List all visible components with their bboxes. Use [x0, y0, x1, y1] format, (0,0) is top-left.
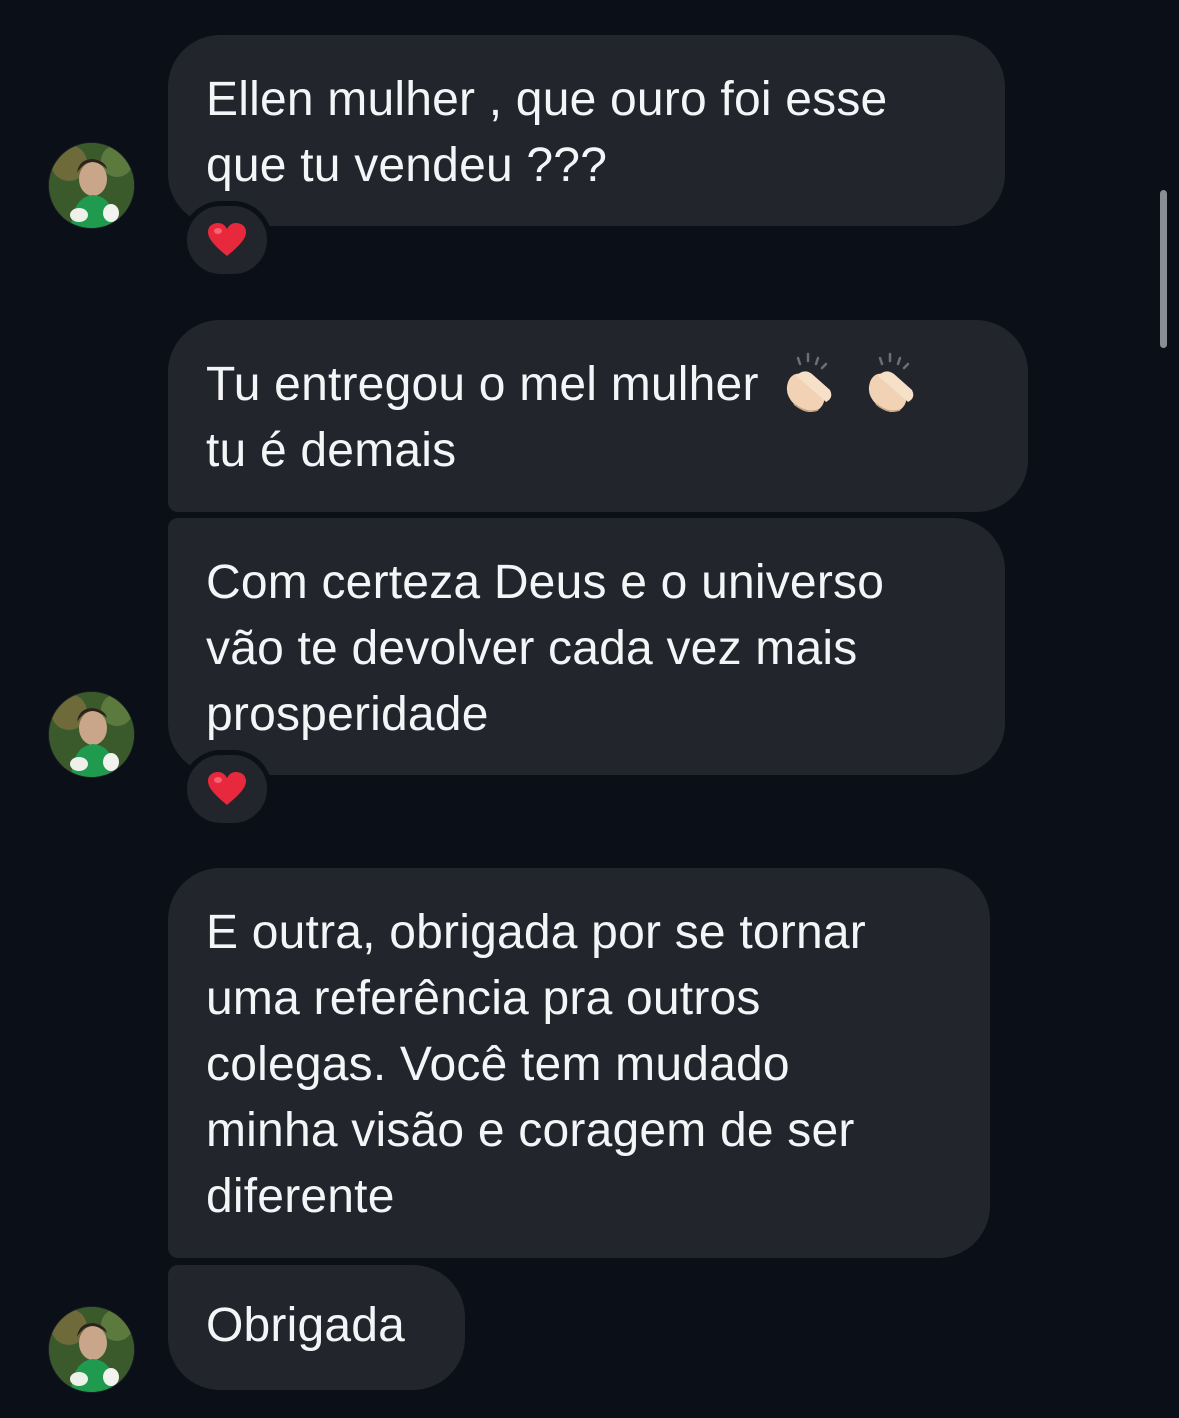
sender-avatar[interactable] — [48, 691, 135, 778]
reaction-badge[interactable] — [182, 750, 272, 828]
message-text-line: Com certeza Deus e o universo — [206, 556, 885, 609]
message-text-line: que tu vendeu ??? — [206, 139, 608, 192]
message-thread: Ellen mulher , que ouro foi esse que tu … — [0, 0, 1179, 1418]
message-bubble[interactable]: Obrigada — [168, 1265, 465, 1390]
message-text-line: Obrigada — [206, 1299, 406, 1352]
message-bubble[interactable]: E outra, obrigada por se tornar uma refe… — [168, 868, 990, 1258]
message-bubble[interactable]: Ellen mulher , que ouro foi esse que tu … — [168, 35, 1005, 226]
message-text-line: Ellen mulher , que ouro foi esse — [206, 73, 888, 126]
message-text-line: tu é demais — [206, 424, 457, 477]
message-bubble[interactable]: Com certeza Deus e o universo vão te dev… — [168, 518, 1005, 775]
message-text-line: prosperidade — [206, 688, 489, 741]
sender-avatar[interactable] — [48, 1306, 135, 1393]
message-text-line: E outra, obrigada por se tornar — [206, 906, 866, 959]
message-text-line: minha visão e coragem de ser — [206, 1104, 855, 1157]
clapping-hands-icon — [860, 352, 922, 414]
scrollbar-thumb[interactable] — [1160, 190, 1167, 348]
message-text-line: colegas. Você tem mudado — [206, 1038, 790, 1091]
message-text-line: vão te devolver cada vez mais — [206, 622, 858, 675]
heart-icon — [208, 772, 246, 805]
reaction-badge[interactable] — [182, 201, 272, 279]
heart-icon — [208, 223, 246, 256]
message-text-line: Tu entregou o mel mulher — [206, 358, 759, 411]
sender-avatar[interactable] — [48, 142, 135, 229]
message-text-line: uma referência pra outros — [206, 972, 761, 1025]
clapping-hands-icon — [778, 352, 840, 414]
message-text-line: diferente — [206, 1170, 395, 1223]
message-bubble[interactable]: Tu entregou o mel mulher tu é demais — [168, 320, 1028, 512]
